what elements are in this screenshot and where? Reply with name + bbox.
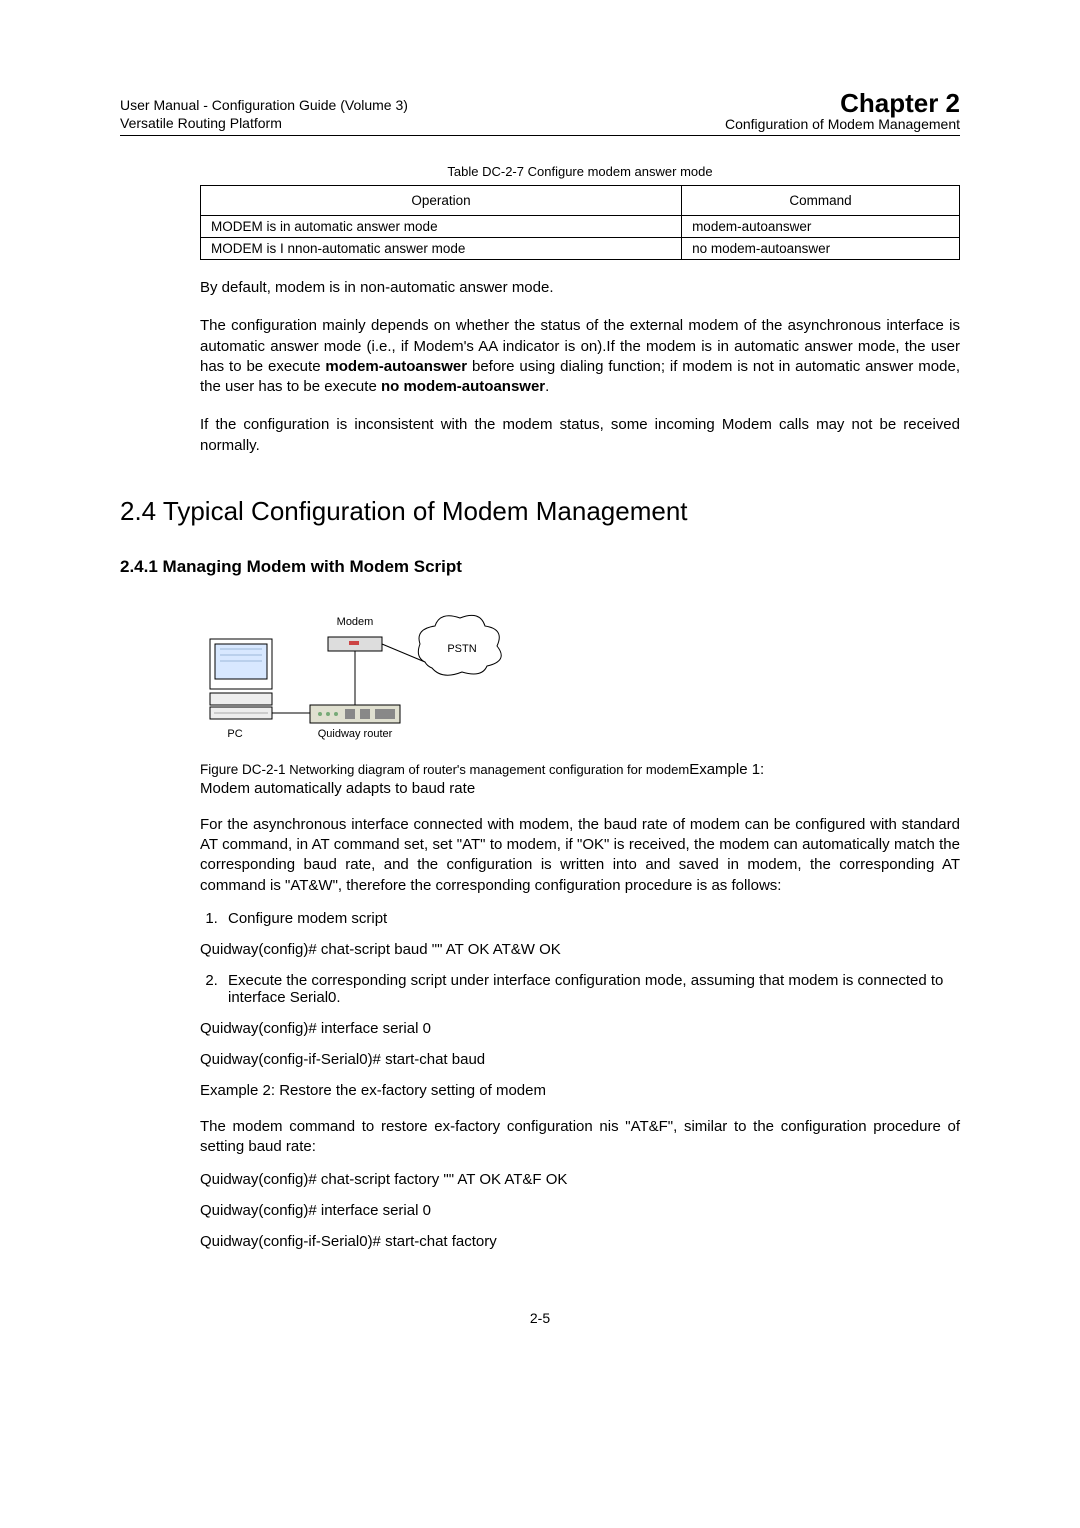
paragraph: By default, modem is in non-automatic an… — [200, 278, 960, 298]
paragraph: If the configuration is inconsistent wit… — [200, 415, 960, 456]
steps-list: Configure modem script — [200, 910, 960, 927]
command-line: Quidway(config)# chat-script factory "" … — [200, 1171, 960, 1188]
text-run: . — [545, 378, 549, 395]
page-header: User Manual - Configuration Guide (Volum… — [120, 90, 960, 132]
example2-title: Example 2: Restore the ex-factory settin… — [200, 1082, 960, 1099]
table-caption-text: Configure modem answer mode — [528, 164, 713, 179]
table-header-row: Operation Command — [201, 186, 960, 216]
cell-op1: MODEM is in automatic answer mode — [201, 216, 682, 238]
command-line: Quidway(config-if-Serial0)# start-chat b… — [200, 1051, 960, 1068]
pstn-label: PSTN — [447, 643, 476, 655]
col-command: Command — [682, 186, 960, 216]
chapter-subtitle: Configuration of Modem Management — [725, 116, 960, 132]
page: User Manual - Configuration Guide (Volum… — [0, 0, 1080, 1386]
table-row: MODEM is I nnon-automatic answer mode no… — [201, 238, 960, 260]
chapter-title: Chapter 2 — [725, 90, 960, 116]
header-right: Chapter 2 Configuration of Modem Managem… — [725, 90, 960, 132]
paragraph: The configuration mainly depends on whet… — [200, 316, 960, 397]
pc-label: PC — [227, 728, 242, 740]
router-label: Quidway router — [318, 728, 393, 740]
page-number: 2-5 — [120, 1310, 960, 1326]
command-line: Quidway(config-if-Serial0)# start-chat f… — [200, 1233, 960, 1250]
modem-label: Modem — [337, 616, 374, 628]
command-table: Operation Command MODEM is in automatic … — [200, 185, 960, 260]
paragraph: The modem command to restore ex-factory … — [200, 1117, 960, 1158]
network-diagram: PC Quidway router Modem — [200, 607, 960, 747]
cell-cmd2: no modem-autoanswer — [682, 238, 960, 260]
example1-label: Example 1: — [689, 761, 764, 778]
diagram-svg: PC Quidway router Modem — [200, 607, 520, 747]
bold-command: no modem-autoanswer — [381, 378, 545, 395]
command-line: Quidway(config)# interface serial 0 — [200, 1202, 960, 1219]
command-line: Quidway(config)# chat-script baud "" AT … — [200, 941, 960, 958]
subsection-heading: 2.4.1 Managing Modem with Modem Script — [120, 557, 960, 577]
bold-command: modem-autoanswer — [325, 358, 467, 375]
cell-cmd1: modem-autoanswer — [682, 216, 960, 238]
figure-caption: Figure DC-2-1 Networking diagram of rout… — [200, 761, 960, 778]
header-rule — [120, 135, 960, 136]
step-item: Execute the corresponding script under i… — [222, 972, 960, 1006]
example1-title: Modem automatically adapts to baud rate — [200, 780, 960, 797]
manual-title: User Manual - Configuration Guide (Volum… — [120, 96, 408, 114]
command-line: Quidway(config)# interface serial 0 — [200, 1020, 960, 1037]
table-caption: Table DC-2-7 Configure modem answer mode — [200, 164, 960, 179]
col-operation: Operation — [201, 186, 682, 216]
table-row: MODEM is in automatic answer mode modem-… — [201, 216, 960, 238]
figure-caption-prefix: Figure DC-2-1 — [200, 762, 289, 777]
section-heading: 2.4 Typical Configuration of Modem Manag… — [120, 496, 960, 527]
paragraph: For the asynchronous interface connected… — [200, 815, 960, 896]
step-item: Configure modem script — [222, 910, 960, 927]
table-caption-prefix: Table DC-2-7 — [447, 164, 527, 179]
cell-op2: MODEM is I nnon-automatic answer mode — [201, 238, 682, 260]
steps-list: Execute the corresponding script under i… — [200, 972, 960, 1006]
figure-caption-text: Networking diagram of router's managemen… — [289, 762, 689, 777]
header-left: User Manual - Configuration Guide (Volum… — [120, 96, 408, 132]
manual-subtitle: Versatile Routing Platform — [120, 114, 408, 132]
